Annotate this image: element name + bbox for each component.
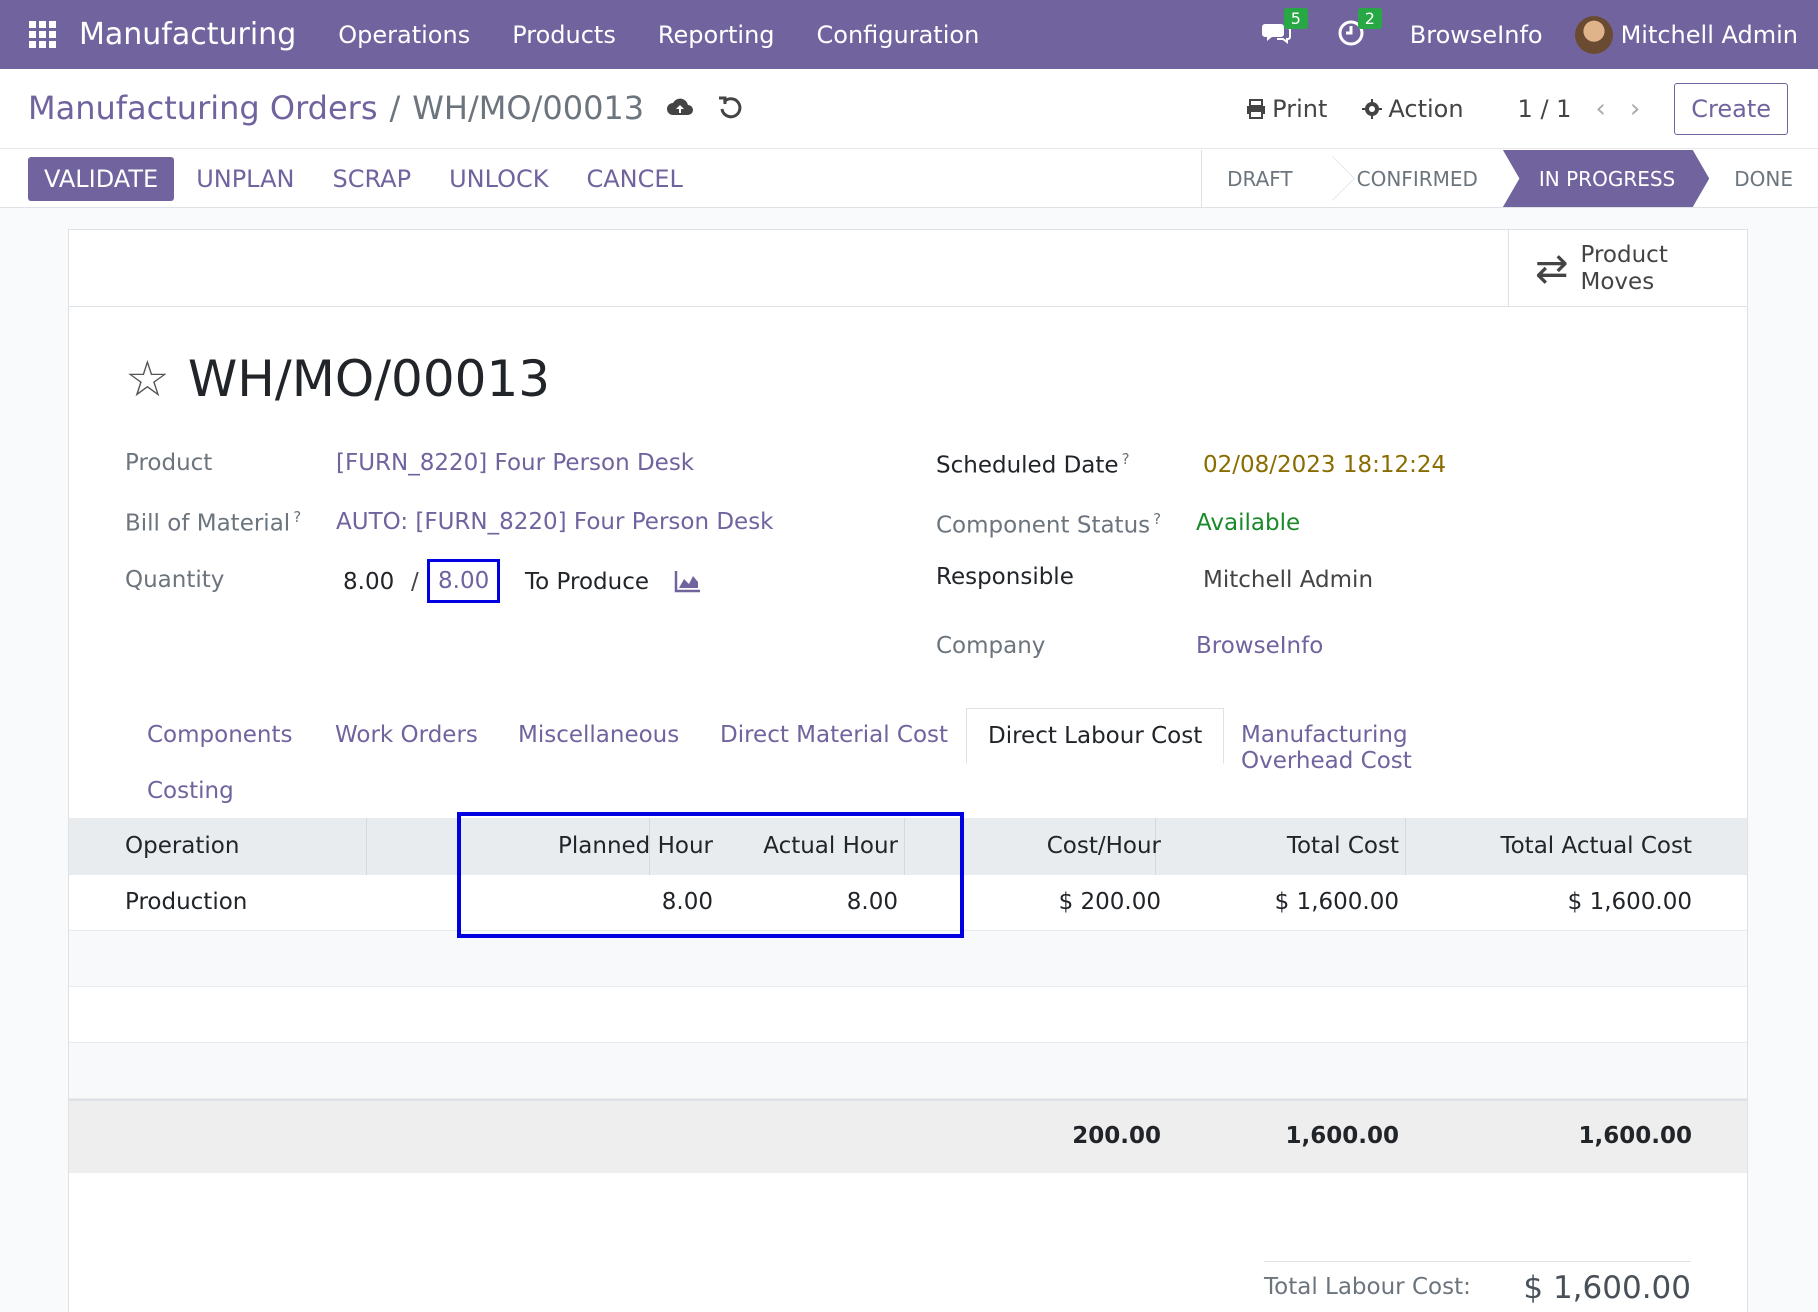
breadcrumb: Manufacturing Orders / WH/MO/00013 [28,89,744,127]
qty-separator: / [411,569,419,595]
apps-menu-icon[interactable] [29,20,57,49]
action-buttons: VALIDATE UNPLAN SCRAP UNLOCK CANCEL [28,157,699,201]
activities-badge: 2 [1357,7,1382,29]
cell-cost-hour: $ 200.00 [1058,889,1161,915]
cloud-upload-icon[interactable] [666,94,694,122]
activities-button[interactable]: 2 [1336,7,1382,52]
highlight-hours-box [457,812,964,938]
pager: 1 / 1 ‹ › [1518,94,1641,124]
product-field[interactable]: [FURN_8220] Four Person Desk [336,450,694,476]
total-labour-cost-label: Total Labour Cost: [1264,1274,1471,1300]
unplan-button[interactable]: UNPLAN [196,165,294,193]
smart-button-box: ⇄ Product Moves [69,230,1747,307]
app-name[interactable]: Manufacturing [79,17,296,52]
print-icon [1247,99,1266,119]
record-title: WH/MO/00013 [187,350,551,408]
table-footer: 200.00 1,600.00 1,600.00 [69,1099,1747,1173]
area-chart-icon[interactable] [674,569,702,593]
menu-configuration[interactable]: Configuration [817,21,980,49]
company-label: Company [936,633,1046,659]
breadcrumb-separator: / [389,89,401,127]
responsible-field[interactable]: Mitchell Admin [1203,567,1373,593]
menu-operations[interactable]: Operations [338,21,470,49]
exchange-icon: ⇄ [1535,245,1569,292]
chevron-left-icon[interactable]: ‹ [1595,94,1605,124]
gear-icon [1362,99,1383,119]
validate-button[interactable]: VALIDATE [28,157,175,201]
bom-field[interactable]: AUTO: [FURN_8220] Four Person Desk [336,509,774,535]
breadcrumb-parent[interactable]: Manufacturing Orders [28,89,378,127]
header-operation[interactable]: Operation [125,833,239,859]
cell-total-actual-cost: $ 1,600.00 [1567,889,1692,915]
unlock-button[interactable]: UNLOCK [449,165,548,193]
stage-confirmed[interactable]: CONFIRMED [1332,150,1503,207]
company-switcher[interactable]: BrowseInfo [1410,21,1543,49]
scheduled-date-field[interactable]: 02/08/2023 18:12:24 [1203,452,1446,478]
header-cost-hour[interactable]: Cost/Hour [1047,833,1161,859]
tab-work-orders[interactable]: Work Orders [335,722,478,748]
menu-products[interactable]: Products [512,21,616,49]
header-total-cost[interactable]: Total Cost [1287,833,1399,859]
stage-in-progress[interactable]: IN PROGRESS [1502,150,1710,207]
action-button[interactable]: Action [1361,95,1464,123]
cell-operation: Production [125,889,248,915]
footer-cost-hour: 200.00 [1072,1123,1161,1149]
user-menu[interactable]: Mitchell Admin [1574,15,1798,54]
avatar [1574,15,1613,54]
component-status-label: Component Status? [936,510,1162,539]
create-button[interactable]: Create [1674,83,1788,135]
tab-direct-labour-cost[interactable]: Direct Labour Cost [966,708,1225,764]
company-field[interactable]: BrowseInfo [1196,633,1323,659]
qty-produced[interactable]: 8.00 [343,569,394,595]
tab-manufacturing-overhead-cost[interactable]: Manufacturing Overhead Cost [1241,722,1525,774]
scheduled-date-label: Scheduled Date? [936,450,1130,479]
cancel-button[interactable]: CANCEL [587,165,683,193]
form-sheet: ⇄ Product Moves ☆ WH/MO/00013 Product [F… [68,229,1748,1312]
menu-reporting[interactable]: Reporting [658,21,775,49]
to-produce-label: To Produce [525,569,649,595]
print-button[interactable]: Print [1245,95,1327,123]
product-moves-button[interactable]: ⇄ Product Moves [1508,230,1747,307]
quantity-label: Quantity [125,567,225,593]
stage-done[interactable]: DONE [1709,150,1818,207]
footer-total-actual-cost: 1,600.00 [1578,1123,1693,1149]
footer-total-cost: 1,600.00 [1285,1123,1400,1149]
product-moves-label: Product Moves [1580,242,1668,295]
component-status-value: Available [1196,510,1301,536]
cell-total-cost: $ 1,600.00 [1274,889,1399,915]
discard-icon[interactable] [716,94,744,122]
empty-row [69,931,1747,987]
scrap-button[interactable]: SCRAP [332,165,411,193]
bom-label: Bill of Material? [125,508,302,537]
print-label: Print [1272,95,1328,123]
messages-badge: 5 [1283,7,1308,29]
messages-button[interactable]: 5 [1261,7,1308,52]
responsible-label: Responsible [936,564,1074,590]
pager-value[interactable]: 1 / 1 [1518,95,1572,123]
total-labour-cost-value: $ 1,600.00 [1523,1270,1691,1306]
tab-costing[interactable]: Costing [147,778,234,804]
tab-miscellaneous[interactable]: Miscellaneous [518,722,679,748]
qty-total-field[interactable]: 8.00 [427,559,501,603]
header-total-actual-cost[interactable]: Total Actual Cost [1500,833,1692,859]
empty-row [69,987,1747,1043]
control-panel: Manufacturing Orders / WH/MO/00013 Print… [0,69,1818,208]
tab-components[interactable]: Components [147,722,293,748]
stage-draft[interactable]: DRAFT [1202,150,1318,207]
product-label: Product [125,450,213,476]
tab-direct-material-cost[interactable]: Direct Material Cost [720,722,948,748]
top-navbar: Manufacturing Operations Products Report… [0,0,1818,69]
action-label: Action [1388,95,1464,123]
status-bar: DRAFT CONFIRMED IN PROGRESS DONE [1201,150,1818,207]
chevron-right-icon[interactable]: › [1630,94,1640,124]
breadcrumb-current: WH/MO/00013 [412,89,645,127]
star-icon[interactable]: ☆ [125,350,170,408]
user-name: Mitchell Admin [1620,20,1798,49]
empty-row [69,1043,1747,1099]
